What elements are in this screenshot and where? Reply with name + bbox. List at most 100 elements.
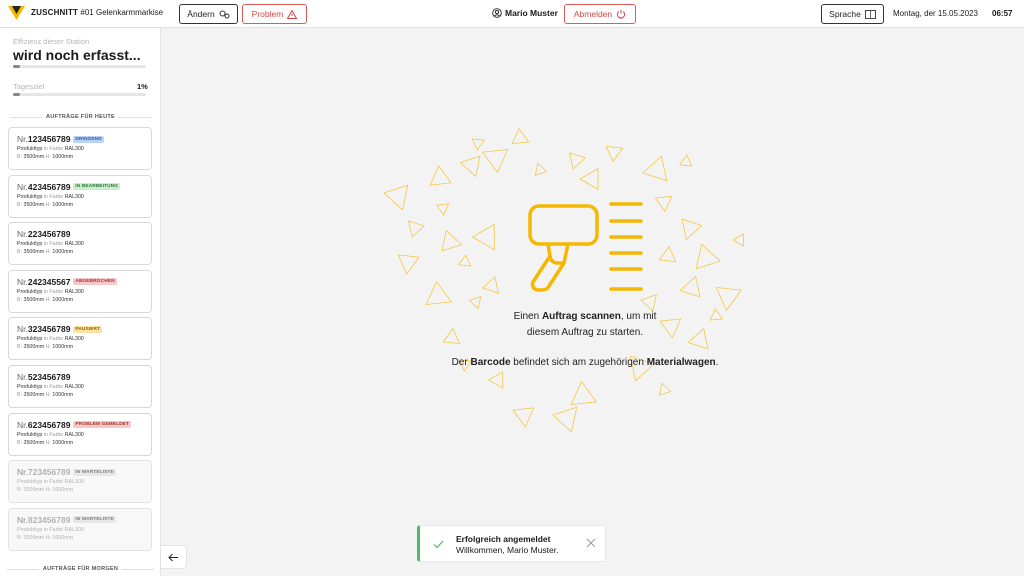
triangle-decoration (512, 407, 535, 428)
brand-name: ZUSCHNITT (31, 8, 79, 17)
daily-goal-label: Tagesziel (13, 82, 45, 91)
station-name: Gelenkarmmarkise (95, 8, 164, 17)
order-size-line: B: 3500mm H: 1000mm (17, 154, 73, 160)
user-icon (492, 8, 502, 18)
logout-button[interactable]: Abmelden (564, 4, 636, 24)
order-card[interactable]: Nr. 823456789 IN WARTELISTE Produkttyp in F… (8, 507, 152, 551)
triangle-decoration (429, 165, 452, 186)
triangle-decoration (482, 149, 509, 173)
order-size-line: B: 3500mm H: 1000mm (17, 296, 73, 303)
order-list: Nr. 123456789 DRINGEND Produkttyp in Farbe … (8, 127, 152, 555)
status-badge: IN WARTELISTE (73, 468, 116, 476)
triangle-decoration (654, 195, 673, 212)
order-product-line: Produkttyp in Farbe RAL300 (17, 193, 84, 200)
order-card[interactable]: Nr. 323456789 PAUSIERT Produkttyp in Farbe … (8, 317, 152, 361)
triangle-decoration (408, 220, 425, 238)
order-product-line: Produkttyp in Farbe RAL300 (17, 146, 84, 152)
triangle-decoration (383, 184, 409, 211)
order-product-line: Produkttyp in Farbe RAL300 (17, 336, 84, 343)
efficiency-value: wird noch erfasst... (13, 47, 141, 63)
efficiency-progress-bar (13, 65, 146, 68)
language-button[interactable]: Sprache (821, 4, 884, 24)
order-card[interactable]: Nr. 523456789 Produkttyp in Farbe RAL300 B:… (8, 364, 152, 408)
triangle-decoration (471, 138, 485, 151)
order-product-line: Produkttyp in Farbe RAL300 (17, 288, 84, 295)
order-number: Nr. 242345567 ABGEBROCHEN (17, 276, 117, 287)
triangle-decoration (397, 254, 420, 275)
order-card[interactable]: Nr. 242345567 ABGEBROCHEN Produkttyp in Far… (8, 269, 152, 313)
order-size-line: B: 3500mm H: 1000mm (17, 391, 73, 398)
triangle-decoration (658, 246, 677, 263)
logout-label: Abmelden (573, 9, 613, 19)
change-station-button[interactable]: Ändern (179, 4, 238, 24)
daily-goal-progress-fill (13, 93, 20, 96)
order-number: Nr. 423456789 IN BEARBEITUNG (17, 181, 121, 192)
problem-button[interactable]: Problem (242, 4, 307, 24)
order-number: Nr. 523456789 (17, 371, 71, 382)
triangle-decoration (679, 276, 701, 298)
order-size-line: B: 3500mm H: 1000mm (17, 534, 73, 541)
order-size-line: B: 3500mm H: 1000mm (17, 439, 73, 446)
status-badge: PAUSIERT (73, 325, 103, 333)
triangle-decoration (468, 296, 482, 310)
check-icon (433, 540, 444, 549)
success-toast: Erfolgreich angemeldet Willkommen, Mario… (417, 525, 606, 562)
order-number: Nr. 623456789 PROBLEM GEMELDET (17, 419, 131, 430)
triangle-decoration (695, 243, 721, 270)
triangle-decoration (732, 233, 744, 247)
triangle-decoration (569, 152, 586, 170)
arrow-left-icon (168, 553, 178, 561)
user-name: Mario Muster (505, 8, 558, 18)
triangle-decoration (679, 154, 693, 167)
status-badge: PROBLEM GEMELDET (73, 421, 131, 429)
order-number: Nr. 123456789 DRINGEND (17, 134, 104, 144)
daily-goal-value: 1% (137, 82, 148, 91)
today-orders-heading: AUFTRÄGE FÜR HEUTE (0, 114, 160, 120)
problem-label: Problem (251, 9, 284, 19)
status-badge: DRINGEND (73, 135, 104, 143)
gears-icon (219, 10, 230, 18)
current-time: 06:57 (992, 9, 1013, 18)
order-product-line: Produkttyp in Farbe RAL300 (17, 526, 84, 533)
status-badge: ABGEBROCHEN (73, 278, 117, 286)
triangle-decoration (458, 254, 472, 267)
translate-icon (864, 9, 876, 19)
tomorrow-orders-heading: AUFTRÄGE FÜR MORGEN (0, 566, 160, 572)
triangle-decoration (425, 281, 452, 305)
order-product-line: Produkttyp in Farbe RAL300 (17, 479, 84, 486)
triangle-decoration (459, 155, 481, 177)
order-product-line: Produkttyp in Farbe RAL300 (17, 241, 84, 248)
triangle-decoration (552, 406, 578, 433)
order-card[interactable]: Nr. 123456789 DRINGEND Produkttyp in Farbe … (8, 127, 152, 170)
triangle-decoration (579, 168, 599, 190)
collapse-sidebar-button[interactable] (161, 545, 187, 569)
order-card[interactable]: Nr. 623456789 PROBLEM GEMELDET Produkttyp i… (8, 412, 152, 456)
order-card[interactable]: Nr. 723456789 IN WARTELISTE Produkttyp in F… (8, 460, 152, 504)
triangle-decoration (715, 287, 742, 311)
triangle-decoration (482, 276, 499, 294)
top-bar: ZUSCHNITT #01 Gelenkarmmarkise Ändern Pr… (0, 0, 1024, 28)
order-number: Nr. 823456789 IN WARTELISTE (17, 514, 116, 525)
logo-icon (8, 6, 25, 20)
triangle-decoration (681, 218, 703, 240)
order-number: Nr. 723456789 IN WARTELISTE (17, 467, 116, 478)
order-card[interactable]: Nr. 423456789 IN BEARBEITUNG Produkttyp in … (8, 174, 152, 218)
order-product-line: Produkttyp in Farbe RAL300 (17, 383, 84, 390)
order-number: Nr. 223456789 (17, 229, 71, 240)
status-badge: IN BEARBEITUNG (73, 183, 121, 191)
order-card[interactable]: Nr. 223456789 Produkttyp in Farbe RAL300 B:… (8, 222, 152, 266)
efficiency-label: Effizienz dieser Station (13, 37, 90, 46)
triangle-decoration (534, 162, 548, 176)
order-size-line: B: 3500mm H: 1000mm (17, 344, 73, 351)
efficiency-progress-fill (13, 65, 20, 68)
current-user: Mario Muster (492, 8, 558, 18)
warning-icon (287, 9, 298, 19)
order-number: Nr. 323456789 PAUSIERT (17, 324, 103, 335)
triangle-decoration (642, 155, 668, 182)
status-badge: IN WARTELISTE (73, 516, 116, 524)
close-icon[interactable] (586, 538, 596, 548)
triangle-decoration (472, 223, 495, 251)
order-sidebar[interactable]: Effizienz dieser Station wird noch erfas… (0, 28, 161, 576)
triangle-decoration (658, 382, 672, 396)
station-title: ZUSCHNITT #01 Gelenkarmmarkise (31, 8, 163, 17)
